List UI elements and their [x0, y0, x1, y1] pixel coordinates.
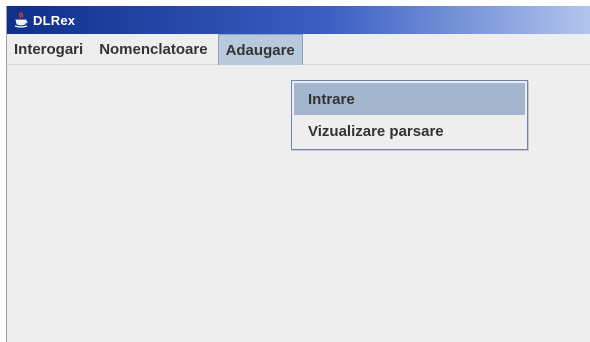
menu-interogari[interactable]: Interogari: [7, 34, 91, 64]
adaugare-dropdown-menu: Intrare Vizualizare parsare: [291, 80, 528, 150]
window-title: DLRex: [33, 12, 76, 28]
menu-bar: Interogari Nomenclatoare Adaugare: [7, 34, 590, 65]
menu-nomenclatoare[interactable]: Nomenclatoare: [91, 34, 215, 64]
java-cup-icon: [13, 11, 29, 29]
app-window: DLRex Interogari Nomenclatoare Adaugare …: [6, 6, 590, 342]
menu-adaugare[interactable]: Adaugare: [217, 34, 303, 65]
title-bar[interactable]: DLRex: [7, 6, 590, 34]
menu-item-vizualizare-parsare[interactable]: Vizualizare parsare: [294, 115, 525, 147]
menu-item-intrare[interactable]: Intrare: [294, 83, 525, 115]
